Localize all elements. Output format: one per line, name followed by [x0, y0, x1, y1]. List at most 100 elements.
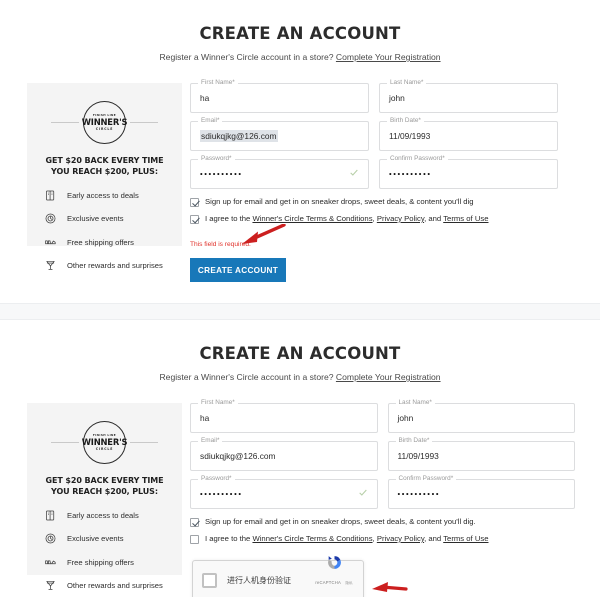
- email-field[interactable]: Email* sdiukqjkg@126.com: [190, 117, 369, 151]
- benefit-item: Early access to deals: [43, 508, 172, 523]
- password-field-row-2: Password* •••••••••• Confirm Password* •…: [190, 475, 575, 509]
- recaptcha-branding: reCAPTCHA 隐私权 - 使用条款: [314, 554, 354, 597]
- first-name-value: ha: [200, 93, 210, 103]
- recaptcha-checkbox[interactable]: [202, 572, 217, 588]
- birth-date-field-2[interactable]: Birth Date* 11/09/1993: [387, 437, 575, 471]
- benefit-label: Exclusive events: [67, 534, 124, 544]
- logo-badge: FINISH LINE WINNER'S CIRCLE: [82, 101, 127, 144]
- first-name-label: First Name*: [198, 79, 238, 86]
- account-form-section-top: CREATE AN ACCOUNT Register a Winner's Ci…: [0, 0, 600, 300]
- complete-registration-link[interactable]: Complete Your Registration: [336, 52, 441, 62]
- page-subtitle-2: Register a Winner's Circle account in a …: [0, 372, 600, 382]
- password-value: ••••••••••: [200, 169, 243, 179]
- terms-conditions-link-2[interactable]: Winner's Circle Terms & Conditions: [252, 534, 372, 543]
- terms-prefix-2: I agree to the: [205, 534, 253, 543]
- winners-circle-logo: FINISH LINE WINNER'S CIRCLE: [37, 101, 172, 144]
- last-name-label: Last Name*: [387, 79, 427, 86]
- last-name-field-2[interactable]: Last Name* john: [387, 399, 575, 433]
- checkmark-icon: [349, 168, 359, 181]
- marketing-checkbox-2[interactable]: [190, 518, 199, 527]
- registration-form: First Name* ha Last Name* john Email* sd…: [190, 79, 558, 248]
- section-divider: [0, 303, 600, 320]
- header-block-1: CREATE AN ACCOUNT Register a Winner's Ci…: [0, 24, 600, 62]
- complete-registration-link-2[interactable]: Complete Your Registration: [336, 372, 441, 382]
- create-account-button[interactable]: CREATE ACCOUNT: [190, 258, 286, 282]
- confirm-password-field-2[interactable]: Confirm Password* ••••••••••: [387, 475, 575, 509]
- password-field[interactable]: Password* ••••••••••: [190, 155, 369, 189]
- terms-agree-row-2[interactable]: I agree to the Winner's Circle Terms & C…: [190, 534, 575, 544]
- marketing-checkbox[interactable]: [190, 198, 199, 207]
- name-field-row-2: First Name* ha Last Name* john: [190, 399, 575, 433]
- consent-checkbox-group-2: Sign up for email and get in on sneaker …: [190, 517, 575, 544]
- marketing-checkbox-label-2: Sign up for email and get in on sneaker …: [205, 517, 476, 526]
- winners-circle-promo-panel: FINISH LINE WINNER'S CIRCLE GET $20 BACK…: [27, 83, 182, 270]
- terms-of-use-link[interactable]: Terms of Use: [443, 214, 488, 223]
- password-field-2[interactable]: Password* ••••••••••: [190, 475, 378, 509]
- benefit-label: Other rewards and surprises: [67, 261, 163, 271]
- clock-icon: [43, 211, 58, 226]
- checkmark-icon: [358, 488, 368, 501]
- page-title: CREATE AN ACCOUNT: [199, 24, 401, 43]
- benefit-label: Early access to deals: [67, 510, 139, 520]
- first-name-field[interactable]: First Name* ha: [190, 79, 369, 113]
- trophy-icon: [43, 578, 58, 593]
- promo-headline-2: GET $20 BACK EVERY TIME YOU REACH $200, …: [45, 476, 164, 497]
- terms-checkbox-2[interactable]: [190, 535, 199, 544]
- header-block-2: CREATE AN ACCOUNT Register a Winner's Ci…: [0, 344, 600, 382]
- logo-rule-left-2: [51, 442, 79, 443]
- terms-sep-2-2: , and: [424, 534, 444, 543]
- recaptcha-brand-name: reCAPTCHA: [315, 579, 341, 585]
- promo-benefits-list-2: Early access to deals Exclusive events F…: [37, 508, 172, 594]
- password-field-row: Password* •••••••••• Confirm Password* •…: [190, 155, 558, 189]
- first-name-field-2[interactable]: First Name* ha: [190, 399, 378, 433]
- promo-benefits-list: Early access to deals Exclusive events F…: [37, 188, 172, 274]
- benefit-item: Other rewards and surprises: [43, 258, 172, 273]
- logo-bottom-text: CIRCLE: [95, 126, 114, 131]
- email-label-2: Email*: [198, 437, 223, 444]
- ticket-icon: [43, 508, 58, 523]
- birth-date-label-2: Birth Date*: [395, 437, 433, 444]
- privacy-policy-link[interactable]: Privacy Policy: [377, 214, 424, 223]
- email-value-2: sdiukqjkg@126.com: [200, 451, 276, 461]
- privacy-policy-link-2[interactable]: Privacy Policy: [377, 534, 424, 543]
- recaptcha-challenge-label: 进行人机身份验证: [227, 575, 291, 585]
- terms-agree-row[interactable]: I agree to the Winner's Circle Terms & C…: [190, 214, 558, 224]
- email-birth-field-row: Email* sdiukqjkg@126.com Birth Date* 11/…: [190, 117, 558, 151]
- password-value-2: ••••••••••: [200, 489, 243, 499]
- benefit-item: Free shipping offers: [43, 235, 172, 250]
- birth-date-field[interactable]: Birth Date* 11/09/1993: [379, 117, 558, 151]
- benefit-label: Free shipping offers: [67, 557, 134, 567]
- recaptcha-widget[interactable]: 进行人机身份验证 reCAPTCHA 隐私权 - 使用条款: [192, 555, 364, 597]
- terms-sep-2: , and: [424, 214, 444, 223]
- shoes-icon: [43, 555, 58, 570]
- email-field-2[interactable]: Email* sdiukqjkg@126.com: [190, 437, 378, 471]
- terms-prefix: I agree to the: [205, 214, 253, 223]
- marketing-optin-row-2[interactable]: Sign up for email and get in on sneaker …: [190, 517, 575, 527]
- recaptcha-logo-icon: [327, 555, 341, 569]
- last-name-field[interactable]: Last Name* john: [379, 79, 558, 113]
- password-label-2: Password*: [198, 475, 235, 482]
- page-title-2: CREATE AN ACCOUNT: [199, 344, 401, 363]
- terms-conditions-link[interactable]: Winner's Circle Terms & Conditions: [252, 214, 372, 223]
- benefit-item: Other rewards and surprises: [43, 578, 172, 593]
- benefit-item: Free shipping offers: [43, 555, 172, 570]
- terms-checkbox-label-2: I agree to the Winner's Circle Terms & C…: [205, 534, 489, 544]
- confirm-password-label: Confirm Password*: [387, 155, 448, 162]
- confirm-password-value: ••••••••••: [389, 169, 432, 179]
- password-label: Password*: [198, 155, 235, 162]
- first-name-value-2: ha: [200, 413, 210, 423]
- last-name-label-2: Last Name*: [395, 399, 435, 406]
- benefit-item: Exclusive events: [43, 211, 172, 226]
- logo-badge-2: FINISH LINE WINNER'S CIRCLE: [82, 421, 127, 464]
- terms-of-use-link-2[interactable]: Terms of Use: [443, 534, 488, 543]
- terms-checkbox[interactable]: [190, 215, 199, 224]
- marketing-optin-row[interactable]: Sign up for email and get in on sneaker …: [190, 197, 558, 207]
- subtitle-text-2: Register a Winner's Circle account in a …: [159, 372, 334, 382]
- benefit-item: Exclusive events: [43, 531, 172, 546]
- confirm-password-field[interactable]: Confirm Password* ••••••••••: [379, 155, 558, 189]
- name-field-row: First Name* ha Last Name* john: [190, 79, 558, 113]
- field-required-error: This field is required.: [190, 241, 251, 248]
- confirm-password-value-2: ••••••••••: [397, 489, 441, 499]
- email-value: sdiukqjkg@126.com: [200, 130, 278, 142]
- ticket-icon: [43, 188, 58, 203]
